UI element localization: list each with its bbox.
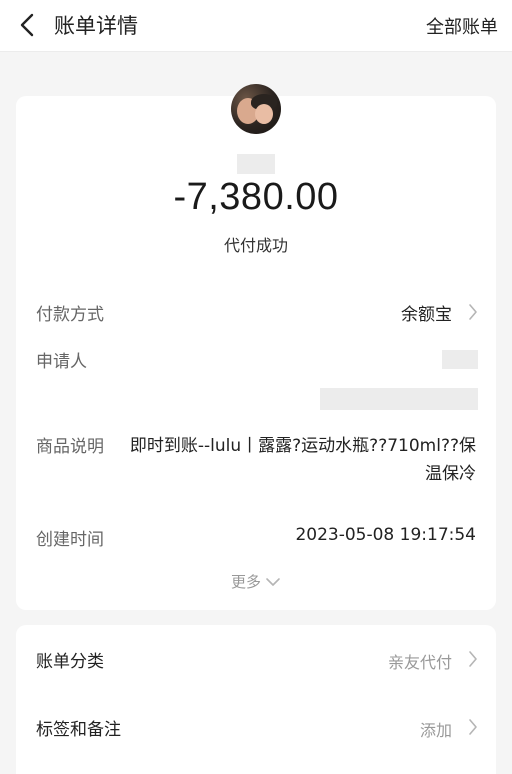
avatar bbox=[231, 84, 281, 134]
payment-method-value[interactable]: 余额宝 bbox=[401, 300, 452, 325]
category-value[interactable]: 亲友代付 bbox=[388, 649, 452, 673]
bill-meta-card: 账单分类 亲友代付 标签和备注 添加 bbox=[16, 625, 496, 774]
more-toggle[interactable]: 更多 bbox=[16, 571, 496, 592]
tags-notes-add[interactable]: 添加 bbox=[420, 717, 452, 741]
bill-amount: -7,380.00 bbox=[173, 176, 339, 218]
redacted-name-block bbox=[237, 154, 275, 174]
page-title: 账单详情 bbox=[54, 14, 138, 38]
chevron-right-icon[interactable] bbox=[468, 303, 478, 321]
chevron-down-icon[interactable] bbox=[265, 577, 281, 587]
payment-status: 代付成功 bbox=[223, 236, 288, 255]
redacted-applicant-account bbox=[320, 388, 478, 410]
created-time-label: 创建时间 bbox=[36, 530, 104, 550]
navigation-bar: 账单详情 全部账单 bbox=[0, 0, 512, 52]
payment-method-label: 付款方式 bbox=[36, 305, 104, 325]
more-label[interactable]: 更多 bbox=[231, 571, 261, 592]
product-desc-label: 商品说明 bbox=[36, 437, 104, 457]
chevron-right-icon[interactable] bbox=[468, 650, 478, 668]
applicant-label: 申请人 bbox=[36, 352, 87, 372]
avatar-face-shape bbox=[255, 104, 273, 124]
product-desc-value: 即时到账--lulu丨露露?运动水瓶??710ml??保温保冷 bbox=[129, 436, 476, 484]
all-bills-link[interactable]: 全部账单 bbox=[426, 13, 498, 39]
tags-notes-label: 标签和备注 bbox=[36, 720, 121, 740]
category-label: 账单分类 bbox=[36, 652, 104, 672]
back-chevron-icon[interactable] bbox=[16, 12, 40, 38]
created-time-value: 2023-05-08 19:17:54 bbox=[295, 525, 476, 545]
chevron-right-icon[interactable] bbox=[468, 718, 478, 736]
redacted-applicant-name bbox=[442, 350, 478, 369]
bill-detail-card: -7,380.00 代付成功 付款方式 余额宝 申请人 商品说明 即时到账--l… bbox=[16, 84, 496, 610]
